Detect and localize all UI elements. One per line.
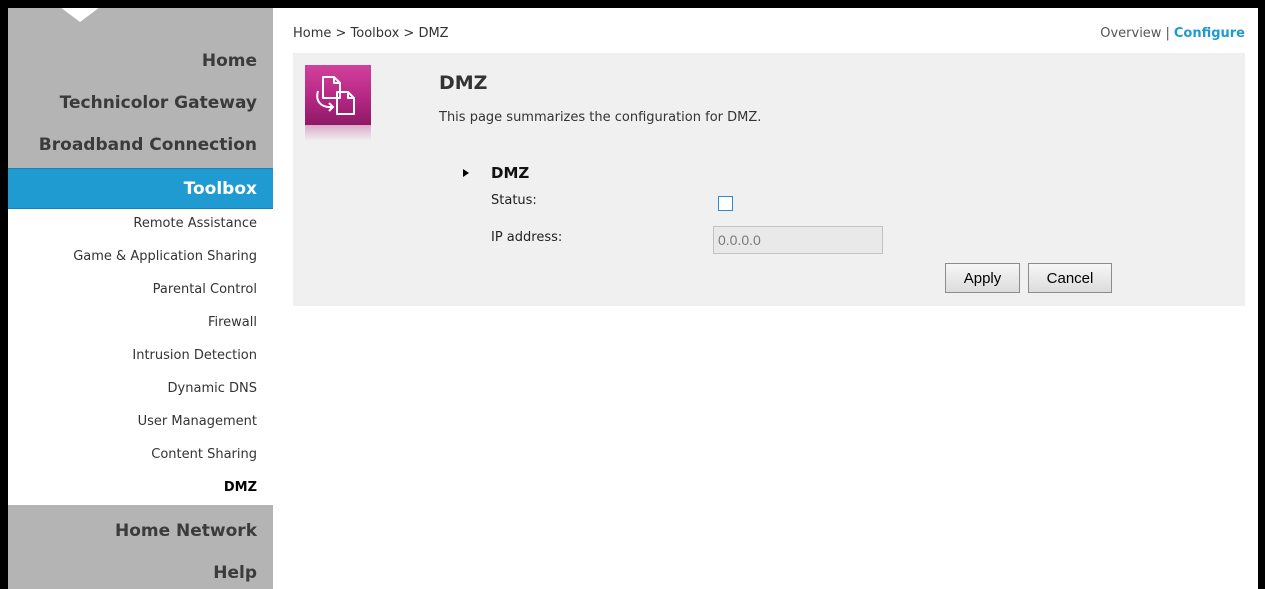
breadcrumb: Home > Toolbox > DMZ [293,26,449,41]
apply-button[interactable]: Apply [945,263,1020,293]
nav-toolbox-label: Toolbox [183,179,257,199]
expand-arrow-icon[interactable] [463,169,469,177]
sidebar: Home Technicolor Gateway Broadband Conne… [8,8,273,589]
icon-reflection [305,125,371,141]
sidebar-item-intrusion-detection[interactable]: Intrusion Detection [132,348,257,363]
nav-home-network[interactable]: Home Network [115,521,257,541]
cancel-button[interactable]: Cancel [1028,263,1112,293]
dmz-document-icon [305,65,371,125]
sidebar-item-dmz[interactable]: DMZ [224,480,257,495]
page-description: This page summarizes the configuration f… [439,110,762,125]
app-frame: Home Technicolor Gateway Broadband Conne… [8,8,1258,589]
status-label: Status: [491,193,537,208]
ip-address-input[interactable] [713,226,883,254]
sidebar-item-parental-control[interactable]: Parental Control [153,282,257,297]
sidebar-notch [60,8,100,22]
status-checkbox[interactable] [718,196,733,211]
nav-help[interactable]: Help [213,563,257,583]
section-title[interactable]: DMZ [491,164,529,182]
nav-broadband-connection[interactable]: Broadband Connection [39,135,257,155]
sidebar-item-dynamic-dns[interactable]: Dynamic DNS [168,381,257,396]
ip-address-label: IP address: [491,230,563,245]
sidebar-item-game-application-sharing[interactable]: Game & Application Sharing [73,249,257,264]
view-switch-separator: | [1165,26,1170,41]
page-title: DMZ [439,72,488,94]
nav-toolbox[interactable]: Toolbox [8,168,273,209]
nav-home[interactable]: Home [202,51,257,71]
sidebar-item-firewall[interactable]: Firewall [208,315,257,330]
sidebar-item-content-sharing[interactable]: Content Sharing [151,447,257,462]
sidebar-item-remote-assistance[interactable]: Remote Assistance [133,216,257,231]
view-switch: Overview | Configure [1100,26,1245,41]
nav-technicolor-gateway[interactable]: Technicolor Gateway [60,93,257,113]
overview-link[interactable]: Overview [1100,26,1161,41]
sidebar-item-user-management[interactable]: User Management [138,414,257,429]
configure-link[interactable]: Configure [1174,26,1245,41]
content-panel: DMZ This page summarizes the configurati… [293,53,1245,306]
